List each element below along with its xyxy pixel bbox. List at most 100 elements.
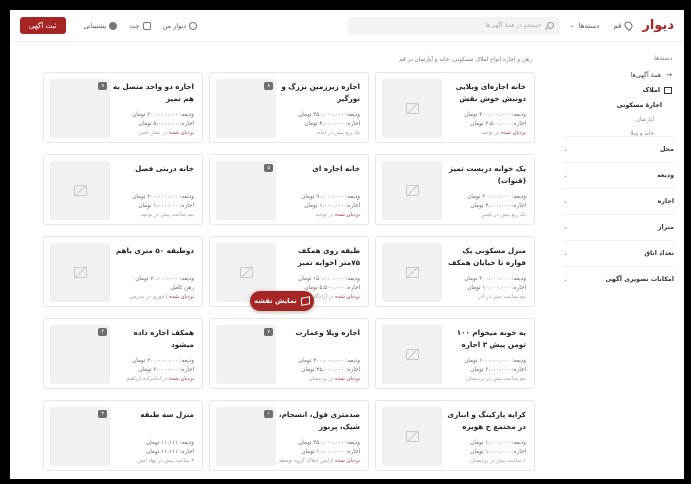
ad-card[interactable]: ۳ منزل سه طبقه ودیعه: ۱۱،۱۱۱ تومان اجاره: ۱… [43, 400, 203, 471]
ad-card[interactable]: ۹ اجاره دو واحد متصل به هم تمیز ودیعه: ۲۰۰… [43, 72, 203, 143]
ad-meta-text: یک ربع پیش در امام [317, 130, 360, 136]
ad-thumbnail: ۴ [50, 325, 110, 384]
ad-title: منزل سه طبقه [140, 410, 194, 419]
ad-title: دوطبقه ۵۰ متری باهم [115, 246, 194, 255]
ad-thumbnail: ۷ [216, 325, 276, 384]
photo-count-badge: ۸ [264, 82, 273, 90]
filter-label: امکانات تصویری آگهی [605, 276, 674, 283]
search-icon [546, 22, 554, 29]
ad-deposit: ودیعه: ۳۰۰،۰۰۰،۰۰۰ تومان [464, 112, 526, 118]
sidebar-item-apartment[interactable]: آپارتمان [561, 117, 672, 123]
ad-meta: نردبان شده | فوری در مدرس [112, 293, 194, 302]
ad-title: اجاره زیرزمین بزرگ و نورگیر [281, 82, 360, 103]
no-image-icon [405, 431, 419, 442]
no-image-icon [73, 185, 87, 196]
support-label: پشتیبانی [83, 21, 107, 30]
ad-card[interactable]: کرایه پارکینگ و انباری در مجتمع خ هویزه و… [375, 400, 535, 471]
photo-count-badge: ۷ [264, 328, 273, 336]
filter-row[interactable]: امکانات تصویری آگهی ⌄ [563, 266, 674, 292]
ad-deposit: ودیعه: ۳۵۰،۰۰۰،۰۰۰ تومان [298, 440, 360, 446]
ad-deposit: ودیعه: ۲۰۰،۰۰۰،۰۰۰ تومان [464, 276, 526, 282]
breadcrumb: رهن و اجاره انواع املاک مسکونی، خانه و آ… [399, 57, 532, 63]
ad-thumbnail [50, 243, 110, 302]
filter-label: متراژ [657, 224, 674, 231]
sidebar-item-residential-rent[interactable]: اجارهٔ مسکونی [561, 102, 672, 109]
location-pin-icon [623, 19, 635, 32]
ad-meta: نردبان شده آژانس املاک گروه توسعه [278, 457, 360, 466]
chevron-down-icon: ⌄ [563, 276, 569, 283]
ad-deposit: ودیعه: ۱،۰۰۰،۰۰۰ تومان [470, 440, 526, 446]
ad-card[interactable]: خانه اجاره‌ای ویلایی دونبش خوش نقش ودیعه:… [375, 72, 535, 143]
support-link[interactable]: پشتیبانی [83, 21, 118, 30]
ad-meta-text: | فوری در مدرس [129, 294, 168, 300]
search-input[interactable]: جستجو در همهٔ آگهی‌ها [347, 17, 560, 34]
divar-logo[interactable]: دیوار [642, 18, 674, 33]
sidebar-item-all-ads[interactable]: → همهٔ آگهی‌ها [561, 71, 672, 79]
ad-rent: اجاره: ۴،۰۰۰،۰۰۰ تومان [304, 121, 360, 127]
ad-text: اجاره زیرزمین بزرگ و نورگیر ودیعه: ۳۵۰،۰۰… [278, 81, 360, 138]
show-map-button[interactable]: نمایش نقشه [250, 291, 314, 311]
ad-title: همکف اجاره داده میشود [133, 328, 194, 349]
ad-card[interactable]: ۷ اجاره ویلا وعمارت ودیعه: ۳۰۰،۰۰۰،۰۰۰ توم… [209, 318, 369, 389]
ad-thumbnail: ۸ [216, 79, 276, 138]
no-image-icon [239, 267, 253, 278]
ad-title: اجاره دو واحد متصل به هم تمیز [112, 82, 194, 103]
ad-meta-text: نیم ساعت پیش در آذر [478, 294, 526, 300]
ad-meta: نردبان شده در توحید [444, 129, 526, 138]
ad-rent: اجاره: ۱۱،۱۱۱ تومان [146, 449, 194, 455]
ad-meta-text: یک ربع پیش در پلیس [480, 212, 526, 218]
ad-thumbnail [382, 407, 442, 466]
ad-meta-text: در امامزاده ابراهیم [126, 376, 168, 382]
ad-text: خانه دربنی فصل ودیعه: ۲۰۰،۰۰۰،۰۰۰ تومان اج… [112, 163, 194, 220]
ad-deposit: ودیعه: ۳۵۰،۰۰۰،۰۰۰ تومان [298, 112, 360, 118]
ad-rent: اجاره: ۵،۰۰۰،۰۰۰ تومان [138, 121, 194, 127]
sidebar-item-real-estate[interactable]: املاک [561, 87, 672, 94]
filter-row[interactable]: متراژ ⌄ [563, 214, 674, 240]
post-ad-button[interactable]: ثبت آگهی [20, 17, 66, 34]
filter-row[interactable]: ودیعه ⌄ [563, 162, 674, 188]
ad-card[interactable]: خانه دربنی فصل ودیعه: ۲۰۰،۰۰۰،۰۰۰ تومان اج… [43, 154, 203, 225]
ad-deposit: ودیعه: ۲۰۰،۰۰۰،۰۰۰ تومان [132, 194, 194, 200]
photo-count-badge: ۵ [264, 164, 273, 172]
filter-row[interactable]: محل ⌄ [563, 136, 674, 162]
ad-card[interactable]: یک خوابه دربست تمیز (قنوات) ودیعه: ۲۰،۰۰۰… [375, 154, 535, 225]
ad-meta-text: در توحید [481, 130, 500, 136]
ad-rent: اجاره: ۱۰،۰۰۰،۰۰۰ تومان [301, 449, 360, 455]
chevron-down-icon: ⌄ [563, 198, 569, 205]
ad-thumbnail: ۹ [50, 79, 110, 138]
ad-meta: نردبان شده در پردیسان [278, 375, 360, 384]
ad-meta: ۳ ساعت پیش در نهاد امین [112, 457, 194, 466]
sidebar-item-label: املاک [642, 87, 660, 94]
ladder-badge: نردبان شده [169, 376, 194, 382]
ad-text: خانه اجاره‌ای ویلایی دونبش خوش نقش ودیعه:… [444, 81, 526, 138]
categories-menu[interactable]: دسته‌ها ⌄ [570, 22, 600, 30]
ad-thumbnail [50, 161, 110, 220]
city-label: قم [613, 21, 622, 30]
ad-rent: اجاره: ۴۵،۰۰۰،۰۰۰ تومان [301, 367, 360, 373]
ad-card[interactable]: ۱ صدمتری فول، انسجام، شیک، پرنور ودیعه: ۳۵… [209, 400, 369, 471]
ad-meta-text: نیم ساعت پیش در پردیسان [466, 376, 526, 382]
ladder-badge: نردبان شده [335, 376, 360, 382]
ad-text: خانه اجاره ای ودیعه: ۹۰،۰۰۰،۰۰۰ تومان اجار… [278, 163, 360, 220]
ladder-badge: نردبان شده [501, 130, 526, 136]
chevron-down-icon: ⌄ [563, 250, 569, 257]
chat-link[interactable]: چت [129, 21, 151, 30]
ad-card[interactable]: منزل مسکونی یک فواره تا خیابان همکف و در… [375, 236, 535, 307]
city-selector[interactable]: قم [613, 19, 635, 32]
ad-meta: نردبان شده در توحید [278, 211, 360, 220]
ad-card[interactable]: دوطبقه ۵۰ متری باهم ودیعه: ۷۰،۰۰۰،۰۰۰ توم… [43, 236, 203, 307]
ad-card[interactable]: ۴ همکف اجاره داده میشود ودیعه: ۲۰۰،۰۰۰،۰۰۰… [43, 318, 203, 389]
my-divar-link[interactable]: دیوار من [163, 21, 198, 30]
ad-meta: نیم ساعت پیش در پردیسان [444, 375, 526, 384]
ad-card[interactable]: ۸ اجاره زیرزمین بزرگ و نورگیر ودیعه: ۳۵۰،۰… [209, 72, 369, 143]
filter-label: اجاره [657, 198, 674, 205]
ad-thumbnail [382, 161, 442, 220]
no-image-icon [405, 349, 419, 360]
ad-card[interactable]: ۵ خانه اجاره ای ودیعه: ۹۰،۰۰۰،۰۰۰ تومان اجا… [209, 154, 369, 225]
filter-row[interactable]: تعداد اتاق ⌄ [563, 240, 674, 266]
ad-meta: ۱ ساعت پیش در پردیسان [444, 457, 526, 466]
ad-title: منزل مسکونی یک فواره تا خیابان همکف و در… [448, 246, 526, 267]
sidebar-title: دسته‌ها [654, 55, 672, 62]
ad-card[interactable]: یه خونه میخوام ۱۰۰ تومن پیش ۳ اجاره ودیعه… [375, 318, 535, 389]
filter-row[interactable]: اجاره ⌄ [563, 188, 674, 214]
